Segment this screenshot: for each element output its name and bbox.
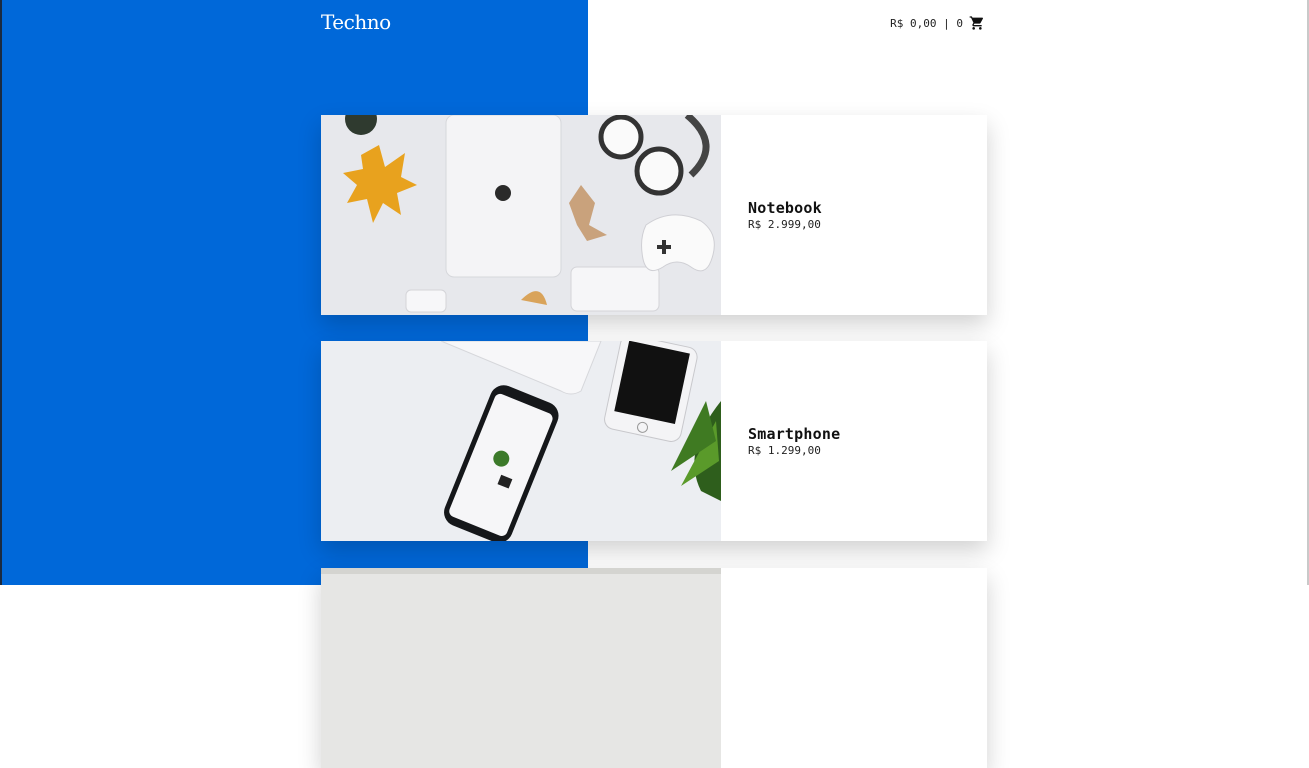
- product-name[interactable]: Smartphone: [748, 425, 987, 443]
- product-card-notebook[interactable]: Notebook R$ 2.999,00: [321, 115, 987, 315]
- product-card-smartphone[interactable]: Smartphone R$ 1.299,00: [321, 341, 987, 541]
- smartphone-flatlay-image[interactable]: [321, 341, 721, 541]
- product-info: [721, 568, 987, 768]
- product-card-partial[interactable]: [321, 568, 987, 768]
- site-header: Techno R$ 0,00 | 0: [321, 8, 987, 42]
- product-price: R$ 1.299,00: [748, 444, 821, 457]
- logo[interactable]: Techno: [321, 10, 391, 34]
- product-info: Smartphone R$ 1.299,00: [721, 341, 987, 541]
- cart-total: R$ 0,00 | 0: [890, 16, 963, 30]
- product-name[interactable]: Notebook: [748, 199, 987, 217]
- partial-product-image[interactable]: [321, 568, 721, 768]
- window-edge-left: [0, 0, 2, 585]
- product-info: Notebook R$ 2.999,00: [721, 115, 987, 315]
- notebook-flatlay-image[interactable]: [321, 115, 721, 315]
- cart-button[interactable]: R$ 0,00 | 0: [890, 15, 985, 31]
- product-price: R$ 2.999,00: [748, 218, 821, 231]
- shopping-cart-icon: [969, 15, 985, 31]
